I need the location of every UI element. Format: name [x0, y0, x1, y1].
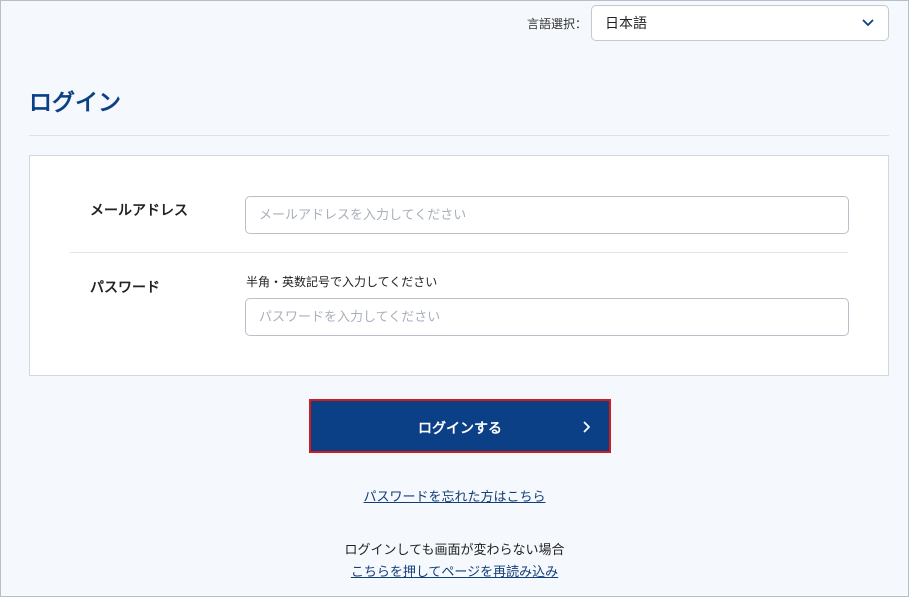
email-field[interactable] [245, 196, 849, 234]
language-selector-row: 言語選択： 日本語 [527, 5, 889, 41]
forgot-password-row: パスワードを忘れた方はこちら [1, 486, 908, 505]
page-title: ログイン [29, 90, 121, 116]
forgot-password-link[interactable]: パスワードを忘れた方はこちら [363, 490, 545, 505]
password-label: パスワード [90, 280, 160, 296]
reload-link-row: こちらを押してページを再読み込み [1, 561, 908, 580]
language-label: 言語選択： [526, 16, 587, 31]
password-field[interactable] [245, 298, 849, 336]
chevron-right-icon [583, 421, 591, 433]
email-label: メールアドレス [90, 203, 188, 219]
chevron-down-icon [862, 19, 874, 27]
form-row-divider [70, 252, 848, 253]
login-button-label: ログインする [418, 421, 502, 437]
reload-link[interactable]: こちらを押してページを再読み込み [351, 565, 558, 580]
login-form: メールアドレス パスワード 半角・英数記号で入力してください [29, 155, 889, 376]
login-button[interactable]: ログインする [309, 399, 611, 453]
login-page: 言語選択： 日本語 ログイン メールアドレス パスワード 半角・英数記号で入力し… [0, 0, 909, 597]
title-divider [29, 135, 889, 136]
language-selected-value: 日本語 [605, 16, 647, 32]
reload-note: ログインしても画面が変わらない場合 [344, 543, 565, 558]
language-select[interactable]: 日本語 [591, 5, 889, 41]
password-hint: 半角・英数記号で入力してください [246, 275, 438, 289]
